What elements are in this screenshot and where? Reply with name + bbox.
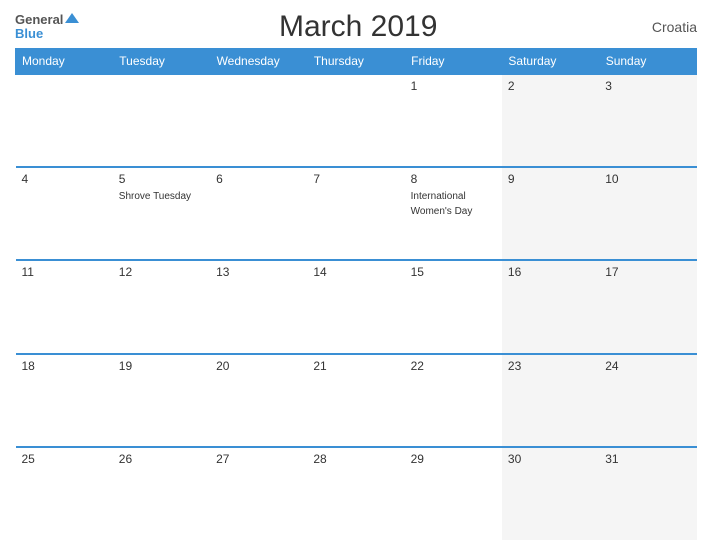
- day-cell: 16: [502, 260, 599, 353]
- day-cell: 20: [210, 354, 307, 447]
- week-row-3: 11 12 13 14 15 16 17: [16, 260, 697, 353]
- day-number: 12: [119, 265, 204, 279]
- day-cell: 24: [599, 354, 696, 447]
- day-number: 5: [119, 172, 204, 186]
- day-cell: 26: [113, 447, 210, 540]
- day-cell: 14: [307, 260, 404, 353]
- page-title: March 2019: [79, 10, 637, 44]
- day-number: 23: [508, 359, 593, 373]
- day-number: 11: [22, 265, 107, 279]
- country-label: Croatia: [637, 19, 697, 35]
- week-row-4: 18 19 20 21 22 23 24: [16, 354, 697, 447]
- day-cell: 6: [210, 167, 307, 260]
- day-cell: 12: [113, 260, 210, 353]
- day-number: 15: [411, 265, 496, 279]
- day-cell: 28: [307, 447, 404, 540]
- day-cell: 7: [307, 167, 404, 260]
- logo: General Blue: [15, 13, 79, 42]
- day-cell: 25: [16, 447, 113, 540]
- day-number: 9: [508, 172, 593, 186]
- day-cell: 13: [210, 260, 307, 353]
- day-cell: 27: [210, 447, 307, 540]
- day-cell: 15: [405, 260, 502, 353]
- day-number: 1: [411, 79, 496, 93]
- week-row-5: 25 26 27 28 29 30 31: [16, 447, 697, 540]
- day-cell: 31: [599, 447, 696, 540]
- logo-triangle-icon: [65, 13, 79, 23]
- day-number: 17: [605, 265, 690, 279]
- day-number: 18: [22, 359, 107, 373]
- day-cell: 2: [502, 74, 599, 167]
- weekday-wednesday: Wednesday: [210, 49, 307, 75]
- day-cell: [113, 74, 210, 167]
- week-row-1: 123: [16, 74, 697, 167]
- day-number: 29: [411, 452, 496, 466]
- logo-blue: Blue: [15, 27, 79, 41]
- day-cell: 30: [502, 447, 599, 540]
- day-cell: 19: [113, 354, 210, 447]
- day-number: 3: [605, 79, 690, 93]
- weekday-saturday: Saturday: [502, 49, 599, 75]
- day-cell: 8 International Women's Day: [405, 167, 502, 260]
- weekday-sunday: Sunday: [599, 49, 696, 75]
- day-cell: 18: [16, 354, 113, 447]
- logo-general: General: [15, 13, 63, 27]
- weekday-monday: Monday: [16, 49, 113, 75]
- day-number: 31: [605, 452, 690, 466]
- day-number: 21: [313, 359, 398, 373]
- day-number: 26: [119, 452, 204, 466]
- day-number: 28: [313, 452, 398, 466]
- day-cell: 9: [502, 167, 599, 260]
- day-cell: 17: [599, 260, 696, 353]
- day-number: 7: [313, 172, 398, 186]
- day-cell: 29: [405, 447, 502, 540]
- weekday-thursday: Thursday: [307, 49, 404, 75]
- day-cell: [16, 74, 113, 167]
- day-number: 13: [216, 265, 301, 279]
- day-cell: [307, 74, 404, 167]
- day-number: 6: [216, 172, 301, 186]
- day-number: 16: [508, 265, 593, 279]
- calendar-table: MondayTuesdayWednesdayThursdayFridaySatu…: [15, 48, 697, 540]
- day-number: 30: [508, 452, 593, 466]
- day-number: 22: [411, 359, 496, 373]
- day-event: International Women's Day: [411, 191, 473, 217]
- day-number: 19: [119, 359, 204, 373]
- weekday-header-row: MondayTuesdayWednesdayThursdayFridaySatu…: [16, 49, 697, 75]
- day-number: 27: [216, 452, 301, 466]
- day-number: 4: [22, 172, 107, 186]
- day-number: 14: [313, 265, 398, 279]
- day-cell: 10: [599, 167, 696, 260]
- day-cell: 23: [502, 354, 599, 447]
- day-cell: [210, 74, 307, 167]
- week-row-2: 45 Shrove Tuesday 678 International Women's…: [16, 167, 697, 260]
- day-cell: 3: [599, 74, 696, 167]
- day-number: 2: [508, 79, 593, 93]
- day-number: 20: [216, 359, 301, 373]
- day-number: 8: [411, 172, 496, 186]
- day-cell: 11: [16, 260, 113, 353]
- day-cell: 5 Shrove Tuesday: [113, 167, 210, 260]
- weekday-tuesday: Tuesday: [113, 49, 210, 75]
- day-cell: 21: [307, 354, 404, 447]
- day-cell: 22: [405, 354, 502, 447]
- day-event: Shrove Tuesday: [119, 191, 191, 202]
- day-number: 24: [605, 359, 690, 373]
- page-header: General Blue March 2019 Croatia: [15, 10, 697, 44]
- weekday-friday: Friday: [405, 49, 502, 75]
- day-number: 25: [22, 452, 107, 466]
- day-cell: 4: [16, 167, 113, 260]
- day-cell: 1: [405, 74, 502, 167]
- day-number: 10: [605, 172, 690, 186]
